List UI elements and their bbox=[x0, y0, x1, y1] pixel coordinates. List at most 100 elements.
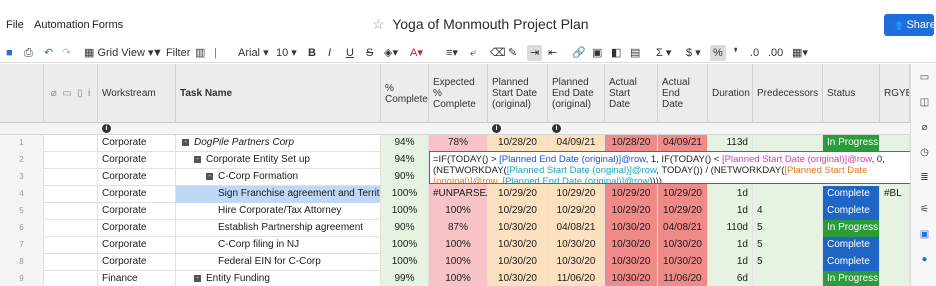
pct-cell[interactable]: 90% bbox=[381, 169, 429, 186]
thousands-separator-button[interactable]: ❜ bbox=[734, 45, 738, 61]
pstart-cell[interactable]: 10/28/20 bbox=[488, 135, 548, 152]
pred-cell[interactable]: 5 bbox=[753, 237, 823, 254]
pend-cell[interactable]: 10/29/20 bbox=[548, 203, 605, 220]
comment-icon[interactable]: ▭ bbox=[919, 72, 930, 83]
aend-cell[interactable]: 10/30/20 bbox=[658, 237, 708, 254]
print-icon[interactable]: ⎙ bbox=[24, 45, 33, 61]
table-row[interactable]: 4 Corporate Sign Franchise agreement and T… bbox=[0, 186, 910, 203]
rgyb-cell[interactable]: #BL bbox=[880, 186, 910, 203]
pend-cell[interactable]: 10/30/20 bbox=[548, 254, 605, 271]
table-row[interactable]: 7 Corporate C-Corp filing in NJ 100% 100% 10/… bbox=[0, 237, 910, 254]
aend-cell[interactable]: 11/06/20 bbox=[658, 271, 708, 286]
increase-decimal-button[interactable]: .00 bbox=[768, 45, 783, 61]
task-name-cell[interactable]: Federal EIN for C-Corp bbox=[176, 254, 381, 271]
text-color-icon[interactable]: A▾ bbox=[410, 45, 423, 61]
workstream-cell[interactable]: Corporate bbox=[98, 254, 176, 271]
summary-icon[interactable]: ≣ bbox=[919, 172, 930, 183]
rgyb-cell[interactable] bbox=[880, 220, 910, 237]
aend-cell[interactable]: 10/30/20 bbox=[658, 254, 708, 271]
undo-icon[interactable]: ↶ bbox=[44, 45, 53, 61]
rgyb-cell[interactable] bbox=[880, 254, 910, 271]
exp-cell[interactable]: 100% bbox=[429, 203, 488, 220]
pct-cell[interactable]: 94% bbox=[381, 152, 429, 169]
workstream-cell[interactable]: Finance bbox=[98, 271, 176, 286]
astart-cell[interactable]: 10/30/20 bbox=[605, 254, 658, 271]
status-cell[interactable]: Complete bbox=[823, 186, 880, 203]
menu-file[interactable]: File bbox=[6, 19, 24, 31]
brandfolder-icon[interactable]: ▣ bbox=[919, 229, 930, 240]
dur-cell[interactable]: 113d bbox=[708, 135, 753, 152]
wrap-icon[interactable]: ⤶ bbox=[470, 45, 476, 61]
status-cell[interactable]: In Progress bbox=[823, 220, 880, 237]
attachment-icon[interactable]: ⌀ bbox=[919, 122, 930, 133]
favorite-star-icon[interactable]: ☆ bbox=[372, 16, 385, 32]
status-cell[interactable]: Complete bbox=[823, 203, 880, 220]
font-family-select[interactable]: Arial ▾ bbox=[238, 45, 269, 61]
more-options-icon[interactable]: ▦▾ bbox=[792, 45, 808, 61]
header-actual-end[interactable]: Actual End Date bbox=[658, 64, 708, 123]
astart-cell[interactable]: 10/29/20 bbox=[605, 203, 658, 220]
header-workstream[interactable]: Workstream bbox=[98, 64, 176, 123]
task-name-cell[interactable]: - DogPile Partners Corp bbox=[176, 135, 381, 152]
header-actual-start[interactable]: Actual Start Date bbox=[605, 64, 658, 123]
pred-cell[interactable]: 5 bbox=[753, 254, 823, 271]
aend-cell[interactable]: 10/29/20 bbox=[658, 203, 708, 220]
pred-cell[interactable] bbox=[753, 271, 823, 286]
pend-cell[interactable]: 10/30/20 bbox=[548, 237, 605, 254]
table-row[interactable]: 5 Corporate Hire Corporate/Tax Attorney 100… bbox=[0, 203, 910, 220]
pend-cell[interactable]: 04/08/21 bbox=[548, 220, 605, 237]
formula-editor[interactable]: =IF(TODAY() > [Planned End Date (origina… bbox=[429, 151, 935, 184]
pstart-cell[interactable]: 10/30/20 bbox=[488, 254, 548, 271]
filter-settings-icon[interactable]: ⚟ bbox=[919, 204, 930, 215]
collapse-toggle-icon[interactable]: - bbox=[194, 274, 201, 282]
rgyb-cell[interactable] bbox=[880, 237, 910, 254]
task-name-cell[interactable]: C-Corp filing in NJ bbox=[176, 237, 381, 254]
header-rgyb[interactable]: RGYB bbox=[880, 64, 910, 123]
pstart-cell[interactable]: 10/30/20 bbox=[488, 220, 548, 237]
table-row[interactable]: 8 Corporate Federal EIN for C-Corp 100% 100%… bbox=[0, 254, 910, 271]
image-icon[interactable]: ▣ bbox=[592, 45, 602, 61]
rgyb-cell[interactable] bbox=[880, 203, 910, 220]
aend-cell[interactable]: 04/08/21 bbox=[658, 220, 708, 237]
pend-cell[interactable]: 04/09/21 bbox=[548, 135, 605, 152]
dur-cell[interactable]: 1d bbox=[708, 237, 753, 254]
link-icon[interactable]: 🔗 bbox=[572, 45, 586, 61]
header-expected-pct[interactable]: Expected % Complete bbox=[429, 64, 488, 123]
workstream-cell[interactable]: Corporate bbox=[98, 135, 176, 152]
workstream-cell[interactable]: Corporate bbox=[98, 169, 176, 186]
collapse-toggle-icon[interactable]: - bbox=[182, 138, 189, 146]
column-settings-icon[interactable]: ▥ bbox=[195, 45, 205, 61]
menu-automation[interactable]: Automation bbox=[34, 19, 90, 31]
task-name-cell[interactable]: Establish Partnership agreement bbox=[176, 220, 381, 237]
dur-cell[interactable]: 1d bbox=[708, 186, 753, 203]
table-row[interactable]: 1 Corporate - DogPile Partners Corp 94% 78% 10… bbox=[0, 135, 910, 152]
task-name-cell[interactable]: - C-Corp Formation bbox=[176, 169, 381, 186]
clear-format-icon[interactable]: ⌫ bbox=[490, 45, 506, 61]
dur-cell[interactable]: 1d bbox=[708, 203, 753, 220]
align-icon[interactable]: ≡▾ bbox=[446, 45, 458, 61]
workstream-cell[interactable]: Corporate bbox=[98, 186, 176, 203]
filter-button[interactable]: ▼ Filter bbox=[152, 45, 190, 61]
header-planned-start[interactable]: Planned Start Date (original) bbox=[488, 64, 548, 123]
pct-cell[interactable]: 100% bbox=[381, 203, 429, 220]
sum-function-button[interactable]: Σ ▾ bbox=[656, 45, 671, 61]
rgyb-cell[interactable] bbox=[880, 135, 910, 152]
bold-button[interactable]: B bbox=[308, 45, 316, 61]
workstream-cell[interactable]: Corporate bbox=[98, 152, 176, 169]
exp-cell[interactable]: 100% bbox=[429, 254, 488, 271]
highlight-icon[interactable]: ◧ bbox=[611, 45, 621, 61]
dur-cell[interactable]: 6d bbox=[708, 271, 753, 286]
exp-cell[interactable]: 100% bbox=[429, 271, 488, 286]
redo-icon[interactable]: ↷ bbox=[62, 45, 71, 61]
font-size-select[interactable]: 10 ▾ bbox=[276, 45, 297, 61]
status-cell[interactable]: In Progress bbox=[823, 271, 880, 286]
pct-cell[interactable]: 99% bbox=[381, 271, 429, 286]
activity-icon[interactable]: ◷ bbox=[919, 147, 930, 158]
header-status[interactable]: Status bbox=[823, 64, 880, 123]
task-name-cell[interactable]: Hire Corporate/Tax Attorney bbox=[176, 203, 381, 220]
pred-cell[interactable]: 5 bbox=[753, 220, 823, 237]
proof-icon[interactable]: ◫ bbox=[919, 97, 930, 108]
exp-cell[interactable]: #UNPARSEA bbox=[429, 186, 488, 203]
strikethrough-button[interactable]: S bbox=[366, 45, 373, 61]
aend-cell[interactable]: 04/09/21 bbox=[658, 135, 708, 152]
